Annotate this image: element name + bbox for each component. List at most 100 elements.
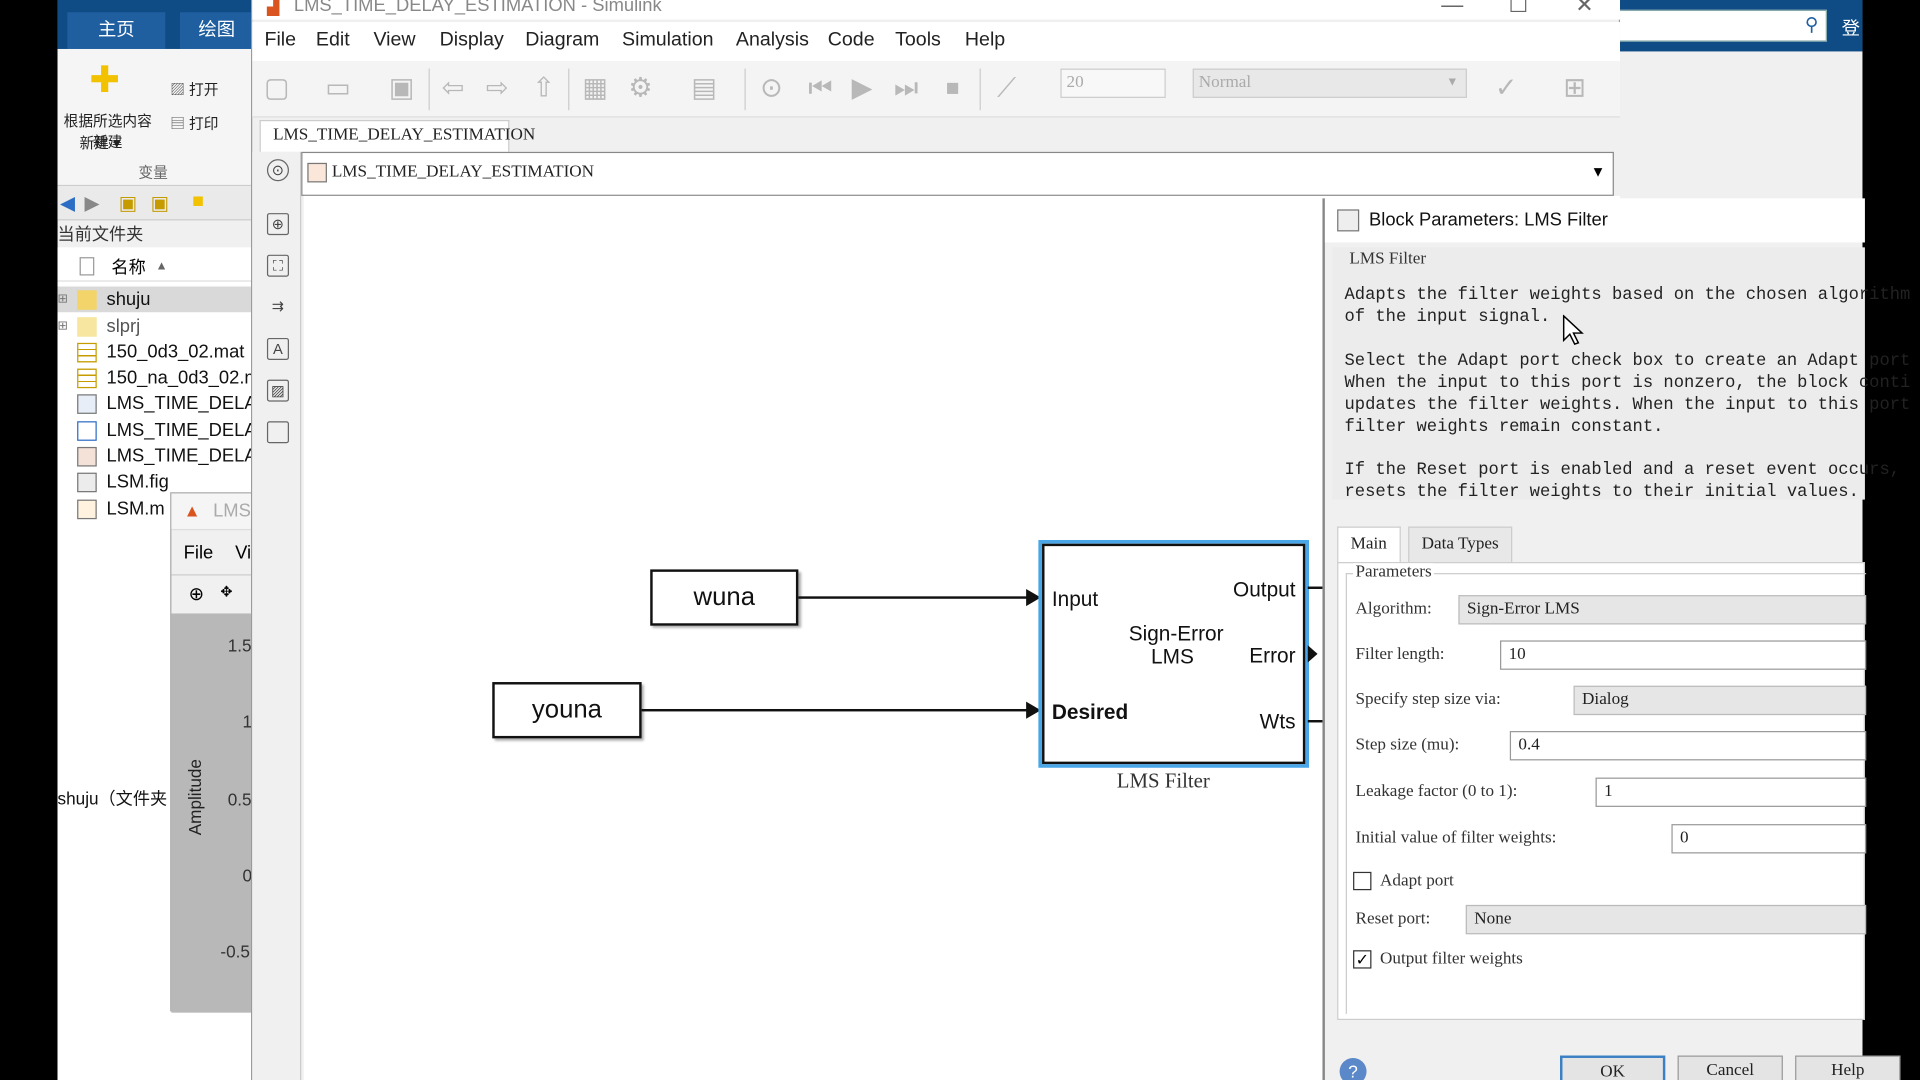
file-row[interactable]: ⊞ slprj — [58, 313, 254, 339]
breadcrumb[interactable]: LMS_TIME_DELAY_ESTIMATION ▼ — [301, 151, 1614, 196]
stop-icon[interactable]: ⏹ — [938, 73, 967, 102]
menu-diagram[interactable]: Diagram — [525, 29, 599, 51]
file-row[interactable]: 150_na_0d3_02.m — [58, 365, 253, 391]
step-size-input[interactable]: 0.4 — [1509, 731, 1867, 761]
search-icon[interactable]: ⚲ — [1805, 13, 1818, 36]
adapt-port-checkbox[interactable] — [1353, 871, 1372, 891]
up-icon[interactable]: ⇧ — [529, 73, 558, 102]
model-config-icon[interactable]: ⚙ — [626, 73, 655, 102]
leakage-factor-input[interactable]: 1 — [1595, 777, 1867, 807]
output-weights-checkbox[interactable]: ✓ — [1353, 950, 1372, 969]
up-folder-icon[interactable]: ▣ — [119, 191, 138, 215]
open-button[interactable]: ▨ 打开 — [170, 78, 218, 99]
reset-port-select[interactable]: None — [1465, 904, 1867, 935]
expand-icon[interactable]: ⊞ — [58, 287, 68, 313]
print-button[interactable]: ▤ 打印 — [170, 113, 218, 134]
error-port[interactable] — [1307, 645, 1318, 663]
build-icon[interactable]: ⊞ — [1560, 73, 1589, 102]
new-dropdown-label[interactable]: 新建 ▾ — [80, 132, 121, 153]
step-forward-icon[interactable]: ⏭ — [891, 73, 920, 102]
browse-folder-icon[interactable]: ▣ — [151, 191, 170, 215]
file-row[interactable]: LSM.fig — [58, 469, 254, 495]
menu-analysis[interactable]: Analysis — [736, 29, 809, 51]
model-explorer-icon[interactable]: ▤ — [689, 73, 718, 102]
youna-block[interactable]: youna — [492, 682, 642, 739]
lms-filter-block[interactable]: Input Desired Output Error Wts Sign-Erro… — [1042, 543, 1306, 765]
file-row[interactable]: LMS_TIME_DELAY — [58, 418, 253, 444]
model-tab[interactable]: LMS_TIME_DELAY_ESTIMATION — [259, 120, 535, 152]
menu-display[interactable]: Display — [440, 29, 504, 51]
open-model-icon[interactable]: ▭ — [323, 73, 352, 102]
forward-icon[interactable]: ⇨ — [482, 73, 511, 102]
arrow-icon[interactable]: ⇉ — [267, 296, 289, 318]
menu-view[interactable]: View — [373, 29, 415, 51]
menu-tools[interactable]: Tools — [895, 29, 941, 51]
stop-time-input[interactable]: 20 — [1060, 68, 1166, 98]
file-row[interactable]: ⊞ shuju — [57, 286, 254, 313]
model-advisor-icon[interactable]: ✓ — [1491, 73, 1520, 102]
pan-icon[interactable]: ✥ — [220, 583, 232, 600]
forward-icon[interactable]: ▶ — [84, 191, 99, 215]
step-back-icon[interactable]: ⏮ — [806, 73, 835, 102]
zoom-icon[interactable]: ⊕ — [266, 213, 289, 236]
simulation-mode-select[interactable]: Normal ▼ — [1192, 68, 1467, 98]
expand-icon[interactable]: ⊞ — [58, 313, 68, 339]
breadcrumb-model-name[interactable]: LMS_TIME_DELAY_ESTIMATION — [332, 163, 594, 183]
chevron-down-icon[interactable]: ▼ — [1591, 163, 1606, 180]
menu-code[interactable]: Code — [828, 29, 875, 51]
tab-home[interactable]: 主页 — [67, 12, 166, 49]
search-documentation-input[interactable]: ⚲ — [1618, 9, 1827, 42]
zoom-in-icon[interactable]: ⊕ — [189, 583, 204, 605]
sort-ascending-icon: ▲ — [155, 259, 168, 274]
annotation-icon[interactable]: A — [266, 337, 289, 361]
file-row[interactable]: 150_0d3_02.mat — [58, 339, 254, 365]
cancel-button[interactable]: Cancel — [1677, 1055, 1783, 1080]
back-icon[interactable]: ⇦ — [438, 73, 467, 102]
tab-plots[interactable]: 绘图 — [180, 12, 254, 49]
tab-main[interactable]: Main — [1337, 526, 1401, 564]
hide-explorer-icon[interactable]: ⊙ — [266, 159, 289, 182]
save-icon[interactable]: ▣ — [387, 73, 416, 102]
menu-file[interactable]: File — [264, 29, 296, 51]
block-label: wuna — [693, 582, 756, 612]
figure-menu-view[interactable]: Vi — [235, 542, 251, 563]
output-weights-label: Output filter weights — [1380, 950, 1523, 969]
file-row[interactable]: LMS_TIME_DELAY — [58, 391, 253, 417]
close-button[interactable]: ✕ — [1560, 0, 1609, 18]
menu-help[interactable]: Help — [965, 29, 1005, 51]
file-list-header[interactable]: 名称 ▲ — [57, 252, 254, 282]
help-icon[interactable]: ? — [1339, 1057, 1367, 1080]
back-icon[interactable]: ◀ — [60, 191, 75, 215]
image-icon[interactable]: ▨ — [266, 379, 289, 402]
filter-length-input[interactable]: 10 — [1500, 640, 1867, 670]
wuna-block[interactable]: wuna — [650, 569, 799, 626]
new-model-icon[interactable]: ▢ — [262, 73, 291, 102]
fit-to-view-icon[interactable]: ⛶ — [266, 254, 289, 277]
figure-toolbar: ⊕ ✥ — [171, 574, 258, 613]
tab-data-types[interactable]: Data Types — [1408, 526, 1513, 564]
file-row[interactable]: LMS_TIME_DELAY — [58, 443, 253, 469]
help-button[interactable]: Help — [1795, 1055, 1901, 1080]
sign-in-link[interactable]: 登 — [1842, 15, 1860, 41]
area-icon[interactable] — [266, 421, 289, 444]
library-browser-icon[interactable]: ▦ — [580, 73, 609, 102]
run-icon[interactable]: ▶ — [847, 73, 876, 102]
signal-line-youna[interactable] — [641, 708, 1029, 712]
signal-line-wuna[interactable] — [798, 596, 1029, 599]
algorithm-label: Algorithm: — [1355, 600, 1432, 619]
data-inspector-icon[interactable]: ⟋ — [992, 73, 1021, 102]
simulation-stepper-icon[interactable]: ⊙ — [757, 73, 786, 102]
output-port[interactable] — [1307, 586, 1323, 589]
step-size-source-select[interactable]: Dialog — [1573, 685, 1867, 716]
name-column-header[interactable]: 名称 — [111, 252, 145, 281]
folder-icon — [77, 290, 97, 310]
wts-port[interactable] — [1307, 720, 1323, 723]
algorithm-select[interactable]: Sign-Error LMS — [1458, 595, 1867, 625]
minimize-button[interactable]: — — [1428, 0, 1477, 18]
maximize-button[interactable]: ☐ — [1494, 0, 1543, 18]
figure-menu-file[interactable]: File — [184, 542, 214, 563]
menu-simulation[interactable]: Simulation — [622, 29, 713, 51]
initial-weights-input[interactable]: 0 — [1671, 824, 1867, 854]
ok-button[interactable]: OK — [1560, 1055, 1666, 1080]
menu-edit[interactable]: Edit — [316, 29, 350, 51]
